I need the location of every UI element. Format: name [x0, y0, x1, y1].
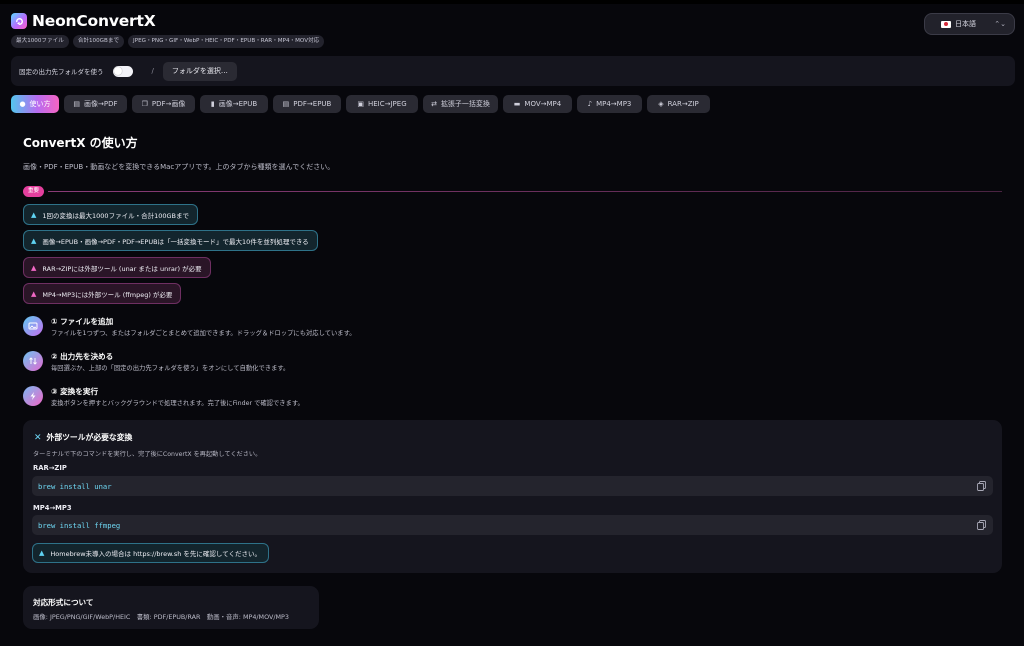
tool-label-mp3: MP4→MP3: [33, 504, 72, 512]
tab-heic-to-jpeg[interactable]: ▣ HEIC→JPEG: [346, 95, 418, 113]
tab-rar-to-zip[interactable]: ◈ RAR→ZIP: [647, 95, 710, 113]
tab-label: HEIC→JPEG: [367, 100, 407, 108]
choose-folder-button[interactable]: フォルダを選択…: [162, 61, 237, 81]
step-description: 毎回選ぶか、上部の「固定の出力先フォルダを使う」をオンにして自動化できます。: [51, 365, 290, 372]
important-divider: [48, 191, 1002, 192]
tab-label: RAR→ZIP: [667, 100, 699, 108]
tab-image-to-pdf[interactable]: ▤ 画像→PDF: [64, 95, 127, 113]
step-title: ① ファイルを追加: [51, 317, 114, 326]
film-icon: ▬: [513, 99, 521, 108]
photo-icon: ▣: [357, 99, 364, 108]
tab-pdf-to-epub[interactable]: ▤ PDF→EPUB: [273, 95, 341, 113]
notice-text: 1回の変換は最大1000ファイル・合計100GBまで: [42, 211, 189, 220]
music-note-icon: ♪: [587, 99, 593, 108]
formats-text: 画像: JPEG/PNG/GIF/WebP/HEIC 書類: PDF/EPUB/…: [33, 613, 289, 621]
warning-icon: ▲: [31, 263, 37, 272]
tools-header: ✕ 外部ツールが必要な変換: [34, 432, 132, 443]
step-title: ③ 変換を実行: [51, 387, 99, 396]
document-icon: ▤: [282, 99, 290, 108]
command-ffmpeg[interactable]: brew install ffmpeg: [32, 515, 993, 535]
fixed-output-toggle[interactable]: [112, 65, 133, 77]
step-run-conversion: ③ 変換を実行 変換ボタンを押すとバックグラウンドで処理されます。完了後にFin…: [23, 386, 623, 410]
tab-howto[interactable]: ● 使い方: [11, 95, 59, 113]
notice-limit: ▲ 1回の変換は最大1000ファイル・合計100GBまで: [23, 204, 198, 225]
tools-description: ターミナルで下のコマンドを実行し、完了後にConvertX を再起動してください…: [33, 451, 262, 458]
badge-formats: JPEG・PNG・GIF・WebP・HEIC・PDF・EPUB・RAR・MP4・…: [128, 35, 325, 48]
tool-label-rar: RAR→ZIP: [33, 464, 67, 472]
copy-icon[interactable]: [977, 481, 986, 491]
tab-label: 使い方: [29, 100, 51, 108]
app-header: NeonConvertX 最大1000ファイル 合計100GBまで JPEG・P…: [11, 11, 1015, 49]
tab-pdf-to-image[interactable]: ❐ PDF→画像: [132, 95, 195, 113]
arrows-updown-icon: [23, 351, 43, 371]
tab-mp4-to-mp3[interactable]: ♪ MP4→MP3: [577, 95, 642, 113]
document-icon: ▤: [73, 99, 81, 108]
command-unar[interactable]: brew install unar: [32, 476, 993, 496]
question-icon: ●: [19, 99, 26, 108]
command-text: brew install ffmpeg: [38, 520, 121, 530]
chevron-updown-icon: ⌃⌄: [994, 20, 1006, 28]
notice-text: MP4→MP3には外部ツール (ffmpeg) が必要: [42, 290, 173, 299]
step-choose-output: ② 出力先を決める 毎回選ぶか、上部の「固定の出力先フォルダを使う」をオンにして…: [23, 351, 623, 375]
page-description: 画像・PDF・EPUB・動画などを変換できるMacアプリです。上のタブから種類を…: [23, 163, 335, 171]
page-title: ConvertX の使い方: [23, 136, 138, 150]
supported-formats-card: 対応形式について 画像: JPEG/PNG/GIF/WebP/HEIC 書類: …: [23, 586, 319, 629]
tab-label: MOV→MP4: [524, 100, 562, 108]
warning-icon: ▲: [31, 289, 37, 298]
warning-icon: ▲: [39, 549, 45, 557]
tab-image-to-epub[interactable]: ▮ 画像→EPUB: [200, 95, 268, 113]
notice-text: 画像→EPUB・画像→PDF・PDF→EPUBは「一括変換モード」で最大10件を…: [42, 237, 309, 246]
step-title: ② 出力先を決める: [51, 352, 114, 361]
homebrew-notice: ▲ Homebrew未導入の場合は https://brew.sh を先に確認し…: [32, 543, 270, 563]
image-add-icon: [23, 316, 43, 336]
tab-label: 拡張子一括変換: [440, 100, 490, 108]
tab-batch-extension[interactable]: ⇄ 拡張子一括変換: [423, 95, 498, 113]
step-description: ファイルを1つずつ、またはフォルダごとまとめて追加できます。ドラッグ＆ドロップに…: [51, 330, 356, 337]
copy-icon[interactable]: [977, 520, 986, 530]
important-tag: 重要: [23, 186, 45, 197]
pages-icon: ❐: [141, 99, 148, 108]
window-top-strip: [0, 0, 1024, 4]
wrench-screwdriver-icon: ✕: [34, 432, 42, 443]
warning-icon: ▲: [31, 210, 37, 219]
language-select[interactable]: 日本語 ⌃⌄: [924, 13, 1015, 35]
notice-batch-mode: ▲ 画像→EPUB・画像→PDF・PDF→EPUBは「一括変換モード」で最大10…: [23, 230, 318, 251]
notice-text: Homebrew未導入の場合は https://brew.sh を先に確認してく…: [50, 550, 262, 558]
notice-ffmpeg-tool: ▲ MP4→MP3には外部ツール (ffmpeg) が必要: [23, 283, 182, 304]
app-title: NeonConvertX: [32, 12, 156, 30]
badge-max-files: 最大1000ファイル: [11, 35, 69, 48]
conversion-tabs: ● 使い方 ▤ 画像→PDF ❐ PDF→画像 ▮ 画像→EPUB ▤ PDF→…: [11, 95, 710, 113]
box-icon: ◈: [658, 99, 664, 108]
notice-text: RAR→ZIPには外部ツール (unar または unrar) が必要: [42, 264, 202, 273]
tools-title: 外部ツールが必要な変換: [46, 433, 133, 442]
command-text: brew install unar: [38, 481, 112, 491]
external-tools-card: ✕ 外部ツールが必要な変換 ターミナルで下のコマンドを実行し、完了後にConve…: [23, 420, 1002, 573]
tab-label: PDF→EPUB: [293, 100, 332, 108]
path-separator: /: [151, 67, 154, 75]
japan-flag-icon: [941, 20, 951, 28]
book-icon: ▮: [210, 99, 215, 108]
step-description: 変換ボタンを押すとバックグラウンドで処理されます。完了後にFinder で確認で…: [51, 400, 304, 407]
tab-label: 画像→PDF: [84, 100, 118, 108]
warning-icon: ▲: [31, 236, 37, 245]
badge-total-size: 合計100GBまで: [72, 35, 125, 48]
sparkle-icon: ⇄: [431, 99, 437, 108]
notice-rar-tool: ▲ RAR→ZIPには外部ツール (unar または unrar) が必要: [23, 257, 211, 278]
feature-badges: 最大1000ファイル 合計100GBまで JPEG・PNG・GIF・WebP・H…: [11, 35, 325, 48]
tab-label: PDF→画像: [151, 100, 186, 108]
step-add-files: ① ファイルを追加 ファイルを1つずつ、またはフォルダごとまとめて追加できます。…: [23, 316, 623, 340]
tab-label: MP4→MP3: [596, 100, 632, 108]
output-folder-bar: 固定の出力先フォルダを使う / フォルダを選択…: [11, 56, 1015, 86]
language-value: 日本語: [955, 20, 976, 28]
formats-title: 対応形式について: [33, 598, 94, 607]
fixed-output-label: 固定の出力先フォルダを使う: [19, 68, 104, 76]
tab-mov-to-mp4[interactable]: ▬ MOV→MP4: [503, 95, 572, 113]
tab-label: 画像→EPUB: [218, 100, 258, 108]
bolt-icon: [23, 386, 43, 406]
app-logo-icon: [11, 13, 27, 29]
